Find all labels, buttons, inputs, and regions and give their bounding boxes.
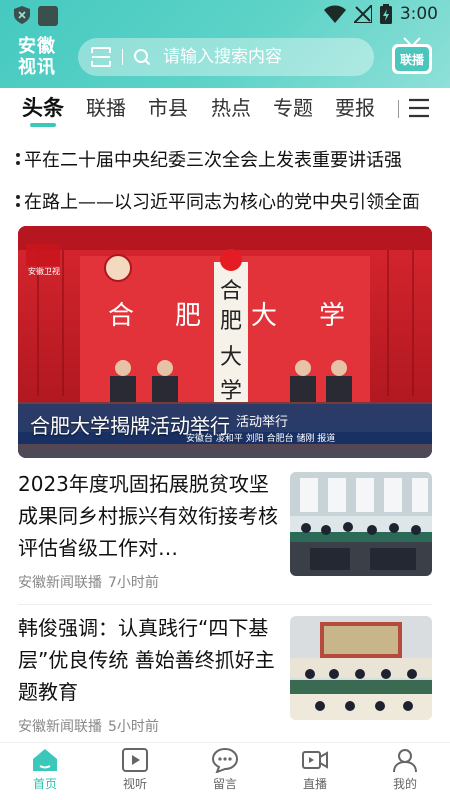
news-card[interactable]: 2023年度巩固拓展脱贫攻坚成果同乡村振兴有效衔接考核评估省级工作对… 安徽新闻… — [18, 468, 432, 608]
channel-logo: 安徽卫视 — [28, 266, 60, 276]
news-source: 安徽新闻联播 — [18, 719, 102, 735]
nav-label: 首页 — [32, 777, 57, 791]
nav-messages[interactable]: 留言 — [195, 747, 255, 792]
tab-key-reports[interactable]: 要报 — [335, 92, 375, 121]
battery-icon — [379, 4, 392, 24]
nav-home[interactable]: 首页 — [15, 747, 75, 792]
play-icon — [122, 748, 148, 772]
backdrop-char-3: 大 — [251, 301, 277, 331]
app-notification-icon — [38, 6, 58, 26]
bullet-icon — [16, 152, 20, 166]
news-time: 5小时前 — [108, 719, 159, 735]
category-tabs: 头条 联播 市县 热点 专题 要报 — [0, 88, 450, 130]
clock: 3:00 — [399, 4, 438, 24]
logo-line-2: 视讯 — [18, 57, 56, 78]
live-tv-label: 联播 — [400, 52, 425, 67]
bullet-icon — [16, 194, 20, 208]
sign-char-3: 大 — [220, 345, 242, 370]
tab-headline[interactable]: 头条 — [22, 92, 64, 122]
backdrop-char-4: 学 — [319, 301, 345, 331]
tab-special[interactable]: 专题 — [273, 92, 313, 121]
backdrop-char-1: 合 — [108, 301, 134, 331]
app-logo[interactable]: 安徽 视讯 — [18, 36, 64, 78]
search-divider — [122, 49, 123, 65]
status-bar: 3:00 — [0, 0, 450, 32]
news-thumbnail — [290, 616, 432, 720]
bottom-navigation: 首页 视听 留言 直播 我的 — [0, 742, 450, 800]
nav-video[interactable]: 视听 — [105, 747, 165, 792]
news-source: 安徽新闻联播 — [18, 575, 102, 591]
search-bar[interactable] — [78, 38, 374, 76]
hero-banner[interactable]: 合 肥 大 学 合 肥 大 学 活动举行 安徽台 凌和平 刘阳 合肥台 储刚 报… — [18, 226, 432, 458]
search-icon — [134, 49, 151, 66]
signal-icon — [353, 5, 372, 23]
sign-char-2: 肥 — [220, 309, 242, 334]
user-icon — [393, 749, 417, 773]
active-tab-indicator — [30, 123, 56, 127]
news-divider — [18, 604, 432, 605]
chat-icon — [211, 747, 239, 773]
news-card[interactable]: 韩俊强调：认真践行“四下基层”优良传统 善始善终抓好主题教育 安徽新闻联播 5小时… — [18, 612, 432, 752]
tab-hot[interactable]: 热点 — [211, 92, 251, 121]
ticker-headline-2[interactable]: 在路上——以习近平同志为核心的党中央引领全面 — [0, 184, 450, 218]
tab-city-county[interactable]: 市县 — [148, 92, 188, 121]
nav-label: 视听 — [122, 777, 147, 791]
ticker-fade — [410, 142, 450, 176]
ticker-headline-1[interactable]: 平在二十届中央纪委三次全会上发表重要讲话强 — [0, 142, 450, 176]
scan-icon[interactable] — [90, 46, 112, 68]
nav-profile[interactable]: 我的 — [375, 747, 435, 792]
search-input[interactable] — [163, 47, 363, 67]
tab-divider — [398, 100, 399, 118]
news-time: 7小时前 — [108, 575, 159, 591]
news-meta: 安徽新闻联播 7小时前 — [18, 572, 159, 592]
news-thumbnail — [290, 472, 432, 576]
sign-char-4: 学 — [220, 379, 242, 404]
ticker-fade — [410, 184, 450, 218]
lower-third-top: 活动举行 — [236, 415, 288, 430]
logo-line-1: 安徽 — [18, 36, 56, 57]
nav-live[interactable]: 直播 — [285, 747, 345, 792]
ticker-text: 平在二十届中央纪委三次全会上发表重要讲话强 — [24, 150, 402, 171]
sign-char-1: 合 — [220, 279, 242, 304]
news-meta: 安徽新闻联播 5小时前 — [18, 716, 159, 736]
backdrop-char-2: 肥 — [175, 301, 201, 331]
news-title: 韩俊强调：认真践行“四下基层”优良传统 善始善终抓好主题教育 — [18, 616, 275, 704]
shield-icon — [14, 6, 30, 24]
live-tv-button[interactable]: 联播 — [390, 36, 434, 76]
ticker-text: 在路上——以习近平同志为核心的党中央引领全面 — [24, 192, 420, 213]
hero-caption: 合肥大学揭牌活动举行 — [30, 414, 230, 438]
tab-lianbo[interactable]: 联播 — [86, 92, 126, 121]
home-icon — [33, 749, 57, 771]
app-header: 3:00 安徽 视讯 联播 — [0, 0, 450, 88]
nav-label: 我的 — [392, 777, 417, 791]
live-camera-icon — [302, 751, 328, 769]
nav-label: 留言 — [212, 777, 237, 791]
nav-label: 直播 — [302, 777, 327, 791]
menu-icon[interactable] — [408, 98, 430, 118]
wifi-icon — [323, 5, 346, 23]
news-title: 2023年度巩固拓展脱贫攻坚成果同乡村振兴有效衔接考核评估省级工作对… — [18, 472, 278, 560]
